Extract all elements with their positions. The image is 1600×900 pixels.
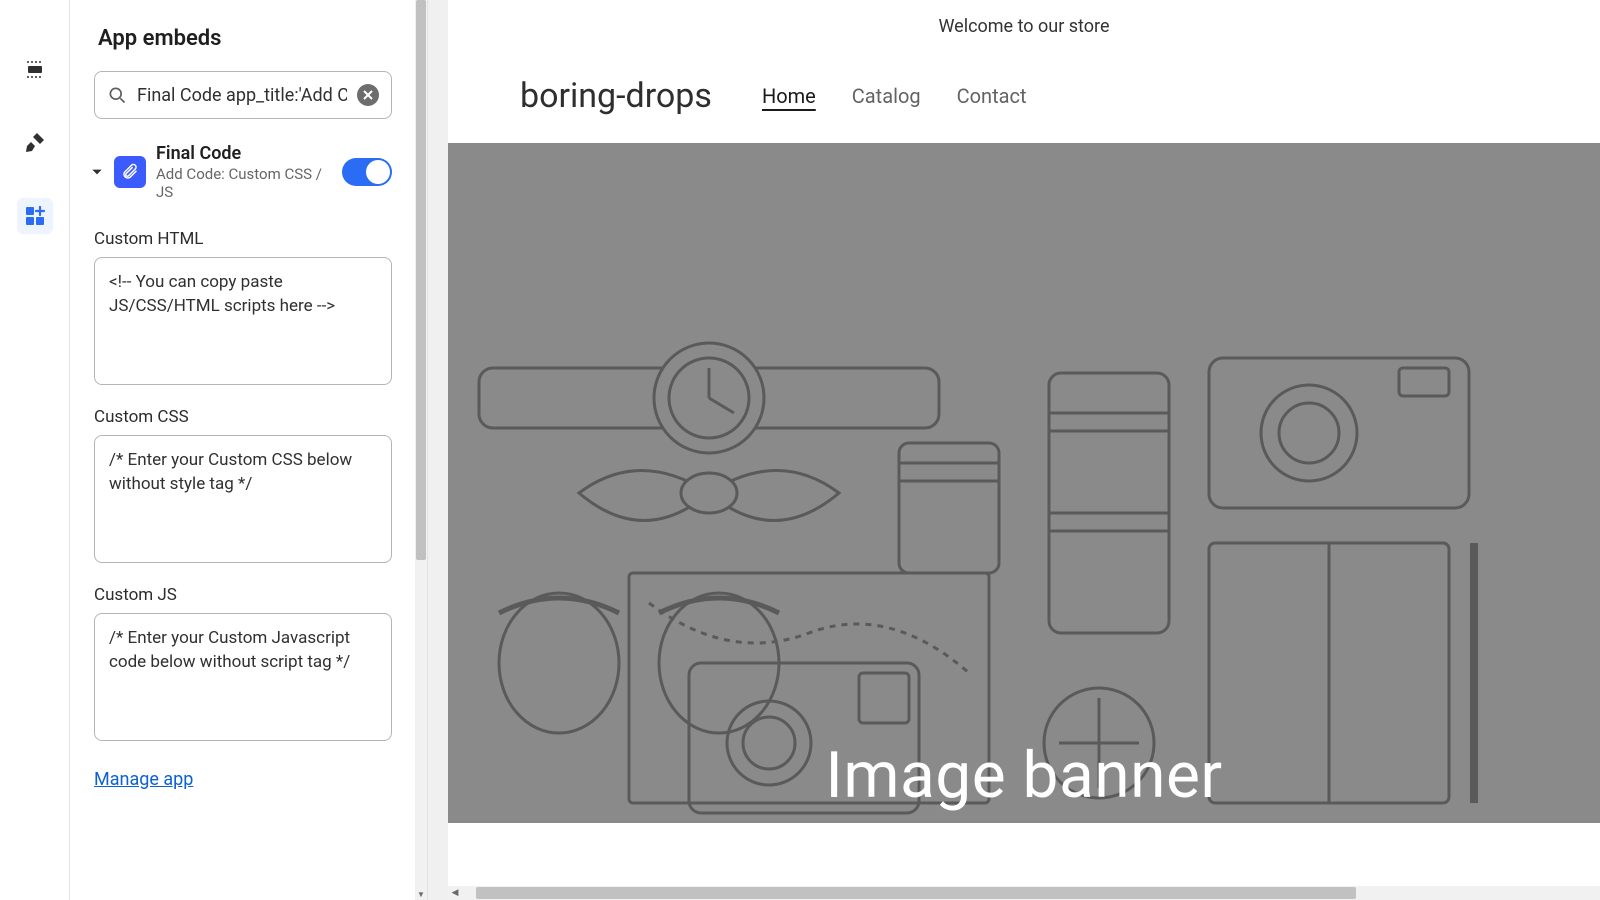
preview-horizontal-scrollbar[interactable]: ◀	[448, 886, 1600, 900]
search-box[interactable]: Final Code app_title:'Add C	[94, 71, 392, 119]
field-label: Custom CSS	[94, 407, 392, 427]
store-header: boring-drops Home Catalog Contact	[448, 54, 1600, 143]
app-embeds-icon	[23, 204, 47, 228]
attachment-icon	[121, 163, 139, 181]
search-input[interactable]: Final Code app_title:'Add C	[137, 85, 347, 106]
sections-icon	[23, 56, 47, 80]
scrollbar-thumb[interactable]	[416, 0, 426, 560]
close-icon	[362, 89, 374, 101]
app-icon	[114, 156, 146, 188]
sidebar: App embeds Final Code app_title:'Add C	[70, 0, 428, 900]
panel-title: App embeds	[70, 0, 416, 71]
paintbrush-icon	[23, 130, 47, 154]
embed-subtitle: Add Code: Custom CSS / JS	[156, 165, 332, 201]
rail-theme-settings[interactable]	[17, 124, 53, 160]
nav-link-catalog[interactable]: Catalog	[852, 84, 921, 108]
field-custom-html: Custom HTML	[70, 211, 416, 389]
scroll-down-icon[interactable]: ▼	[415, 888, 427, 900]
rail-app-embeds[interactable]	[17, 198, 53, 234]
field-custom-js: Custom JS	[70, 567, 416, 745]
nav-link-contact[interactable]: Contact	[957, 84, 1027, 108]
custom-html-input[interactable]	[94, 257, 392, 385]
embed-name: Final Code	[156, 143, 332, 165]
embed-row: Final Code Add Code: Custom CSS / JS	[70, 137, 416, 211]
scroll-left-icon[interactable]: ◀	[448, 888, 462, 898]
caret-down-icon	[90, 165, 104, 179]
hero-title: Image banner	[825, 738, 1222, 813]
preview-pane: Welcome to our store boring-drops Home C…	[428, 0, 1600, 900]
custom-js-input[interactable]	[94, 613, 392, 741]
field-custom-css: Custom CSS	[70, 389, 416, 567]
hero-banner[interactable]: Image banner	[448, 143, 1600, 823]
manage-app-link[interactable]: Manage app	[94, 769, 193, 790]
announcement-bar[interactable]: Welcome to our store	[448, 0, 1600, 54]
rail-sections[interactable]	[17, 50, 53, 86]
store-brand[interactable]: boring-drops	[520, 76, 712, 116]
clear-search-button[interactable]	[357, 84, 379, 106]
collapse-caret[interactable]	[90, 165, 104, 179]
custom-css-input[interactable]	[94, 435, 392, 563]
sidebar-scrollbar[interactable]: ▲ ▼	[415, 0, 427, 900]
search-icon	[107, 85, 127, 105]
field-label: Custom HTML	[94, 229, 392, 249]
store-nav-links: Home Catalog Contact	[762, 84, 1027, 108]
field-label: Custom JS	[94, 585, 392, 605]
hero-placeholder-illustration	[448, 143, 1600, 823]
embed-toggle[interactable]	[342, 158, 392, 186]
scrollbar-thumb[interactable]	[476, 887, 1356, 899]
nav-link-home[interactable]: Home	[762, 84, 816, 108]
editor-rail	[0, 0, 70, 900]
